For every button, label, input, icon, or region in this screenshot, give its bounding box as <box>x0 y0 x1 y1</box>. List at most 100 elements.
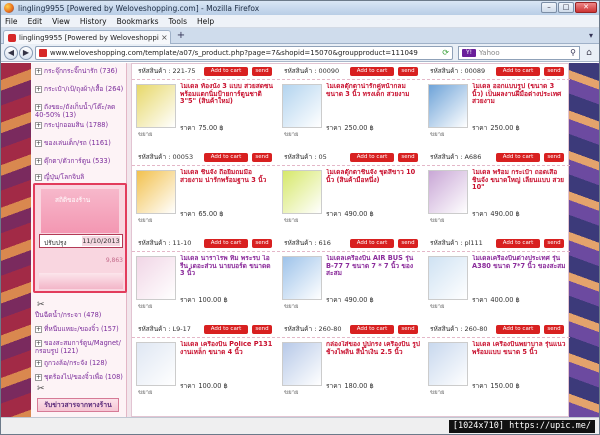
product-title[interactable]: โมเดล พร้อม กระเป๋า ถอดเสื้อ ชินจัง ขนาด… <box>472 169 567 199</box>
product-title[interactable]: กล่องใส่ของ ปูปกรง เครื่องบิน รูปช้างไพล… <box>326 341 421 371</box>
product-card[interactable]: โมเดล นาราโรพ ทิม พระรบ ไอรีน เดอะส่วน น… <box>132 254 278 310</box>
close-tab-icon[interactable]: × <box>161 33 168 42</box>
url-text[interactable]: www.weloveshopping.com/template/a07/s_pr… <box>50 49 430 57</box>
product-title[interactable]: โมเดล นาราโรพ ทิม พระรบ ไอรีน เดอะส่วน น… <box>180 255 275 285</box>
zoom-link[interactable]: ขยาย <box>138 215 153 225</box>
zoom-link[interactable]: ขยาย <box>430 387 445 397</box>
send-button[interactable]: send <box>398 67 418 76</box>
expand-icon[interactable]: + <box>35 173 42 181</box>
add-to-cart-button[interactable]: Add to cart <box>350 67 394 76</box>
expand-icon[interactable]: + <box>35 85 42 93</box>
sidebar-item[interactable]: + ถูกวงล้อ/กระจัง (128) <box>35 359 125 367</box>
expand-icon[interactable]: + <box>35 139 42 147</box>
menu-bookmarks[interactable]: Bookmarks <box>117 17 159 26</box>
menu-file[interactable]: File <box>5 17 18 26</box>
product-card[interactable]: โมเดลเครื่องบินต่างประเทศ รุ่น A380 ขนาด… <box>424 254 570 310</box>
sidebar-item[interactable]: ปืนฉีดน้ำ/กระจา (478) <box>35 311 125 319</box>
product-card[interactable]: โมเดล เครื่องบินพยาบาล รุ่นแนว พร้อมแบบ … <box>424 340 570 396</box>
send-button[interactable]: send <box>252 153 272 162</box>
forward-button[interactable]: ▶ <box>19 46 33 60</box>
zoom-link[interactable]: ขยาย <box>284 387 299 397</box>
product-thumbnail[interactable] <box>136 170 176 214</box>
send-button[interactable]: send <box>252 325 272 334</box>
zoom-link[interactable]: ขยาย <box>284 215 299 225</box>
sidebar-item[interactable]: + กระปุกออมสิน (1788) <box>35 121 125 129</box>
send-button[interactable]: send <box>398 239 418 248</box>
send-button[interactable]: send <box>252 67 272 76</box>
sidebar-item[interactable]: + ญี่ปุ่น/โลกจิบลิ <box>35 173 125 181</box>
add-to-cart-button[interactable]: Add to cart <box>496 325 540 334</box>
add-to-cart-button[interactable]: Add to cart <box>350 325 394 334</box>
send-button[interactable]: send <box>252 239 272 248</box>
reload-icon[interactable]: ⟳ <box>442 48 449 57</box>
product-thumbnail[interactable] <box>428 170 468 214</box>
send-button[interactable]: send <box>398 153 418 162</box>
menu-tools[interactable]: Tools <box>169 17 187 26</box>
product-thumbnail[interactable] <box>136 84 176 128</box>
zoom-link[interactable]: ขยาย <box>138 301 153 311</box>
expand-icon[interactable]: + <box>35 67 42 75</box>
home-icon[interactable]: ⌂ <box>583 47 595 59</box>
url-bar[interactable]: www.weloveshopping.com/template/a07/s_pr… <box>35 46 453 60</box>
add-to-cart-button[interactable]: Add to cart <box>204 325 248 334</box>
send-button[interactable]: send <box>544 239 564 248</box>
add-to-cart-button[interactable]: Add to cart <box>496 67 540 76</box>
zoom-link[interactable]: ขยาย <box>430 129 445 139</box>
sidebar-item[interactable]: + กระเป๋า/เป้/ถุงผ้า/เสื้อ (264) <box>35 85 125 93</box>
add-to-cart-button[interactable]: Add to cart <box>496 239 540 248</box>
menu-help[interactable]: Help <box>197 17 214 26</box>
product-title[interactable]: โมเดล ออกแบบรูป (ขนาด 3 นิ้ว) เป็นผลงานฝ… <box>472 83 567 113</box>
expand-icon[interactable]: + <box>35 103 42 111</box>
sidebar-item[interactable]: + ชุดร้องไป/ของจิ๋วเพื่อ (108) <box>35 373 125 381</box>
product-thumbnail[interactable] <box>282 342 322 386</box>
add-to-cart-button[interactable]: Add to cart <box>350 239 394 248</box>
sidebar-item[interactable]: + ของเล่นเด็ก/รถ (1161) <box>35 139 125 147</box>
minimize-button[interactable]: – <box>541 2 557 13</box>
sidebar-item[interactable]: + ถังขยะ/ถังเก็บน้ำ/โต๊ะ/ลด 40-50% (13) <box>35 103 125 119</box>
product-card[interactable]: กล่องใส่ของ ปูปกรง เครื่องบิน รูปช้างไพล… <box>278 340 424 396</box>
product-card[interactable]: โมเดล ท้องนั่ง 3 แบบ สวยสดซน พร้อมแตกนิ่… <box>132 82 278 138</box>
maximize-button[interactable]: □ <box>558 2 574 13</box>
add-to-cart-button[interactable]: Add to cart <box>204 153 248 162</box>
product-title[interactable]: โมเดล เครื่องบินพยาบาล รุ่นแนว พร้อมแบบ … <box>472 341 567 371</box>
send-button[interactable]: send <box>398 325 418 334</box>
product-title[interactable]: โมเดล เครื่องบิน Police P131 งานเหล็ก ขน… <box>180 341 275 371</box>
sidebar-item[interactable]: + ที่หนีบแหยะ/ของจิ๋ว (157) <box>35 325 125 333</box>
expand-icon[interactable]: + <box>35 157 42 165</box>
tab-active[interactable]: lingling9955 [Powered by Weloveshopping.… <box>3 30 171 44</box>
add-to-cart-button[interactable]: Add to cart <box>204 67 248 76</box>
menu-view[interactable]: View <box>52 17 70 26</box>
send-button[interactable]: send <box>544 325 564 334</box>
product-title[interactable]: โมเดล ท้องนั่ง 3 แบบ สวยสดซน พร้อมแตกนิ่… <box>180 83 275 113</box>
expand-icon[interactable]: + <box>35 121 42 129</box>
product-thumbnail[interactable] <box>428 84 468 128</box>
product-thumbnail[interactable] <box>428 342 468 386</box>
product-title[interactable]: โมเดล ชินจัง ถือยิ้มถมมือ สวยงาม น่ารักพ… <box>180 169 275 199</box>
zoom-link[interactable]: ขยาย <box>284 129 299 139</box>
back-button[interactable]: ◀ <box>4 46 18 60</box>
expand-icon[interactable]: + <box>35 373 42 381</box>
expand-icon[interactable]: + <box>35 339 42 347</box>
product-card[interactable]: โมเดลตุ๊กตาน่ารักคู่หน้ากลม ขนาด 3 นิ้ว … <box>278 82 424 138</box>
product-thumbnail[interactable] <box>136 342 176 386</box>
zoom-link[interactable]: ขยาย <box>138 387 153 397</box>
product-card[interactable]: โมเดล เครื่องบิน Police P131 งานเหล็ก ขน… <box>132 340 278 396</box>
search-box[interactable]: Y! Yahoo ⚲ <box>458 46 580 60</box>
newsletter-button[interactable]: รับข่าวสารจากทางร้าน <box>37 398 119 412</box>
product-thumbnail[interactable] <box>136 256 176 300</box>
product-card[interactable]: โมเดล ออกแบบรูป (ขนาด 3 นิ้ว) เป็นผลงานฝ… <box>424 82 570 138</box>
add-to-cart-button[interactable]: Add to cart <box>204 239 248 248</box>
product-title[interactable]: โมเดลตุ๊กตาชินจัง ชุดสีขาว 10 นิ้ว (สินค… <box>326 169 421 199</box>
product-title[interactable]: โมเดลเครื่องบิน AIR BUS รุ่น B-77 7 ขนาด… <box>326 255 421 285</box>
product-card[interactable]: โมเดล พร้อม กระเป๋า ถอดเสื้อ ชินจัง ขนาด… <box>424 168 570 224</box>
zoom-link[interactable]: ขยาย <box>430 215 445 225</box>
zoom-link[interactable]: ขยาย <box>284 301 299 311</box>
expand-icon[interactable]: + <box>35 359 42 367</box>
product-thumbnail[interactable] <box>282 84 322 128</box>
product-card[interactable]: โมเดล ชินจัง ถือยิ้มถมมือ สวยงาม น่ารักพ… <box>132 168 278 224</box>
menu-edit[interactable]: Edit <box>28 17 43 26</box>
close-window-button[interactable]: ✕ <box>575 2 597 13</box>
send-button[interactable]: send <box>544 67 564 76</box>
product-thumbnail[interactable] <box>282 170 322 214</box>
product-title[interactable]: โมเดลตุ๊กตาน่ารักคู่หน้ากลม ขนาด 3 นิ้ว … <box>326 83 421 113</box>
